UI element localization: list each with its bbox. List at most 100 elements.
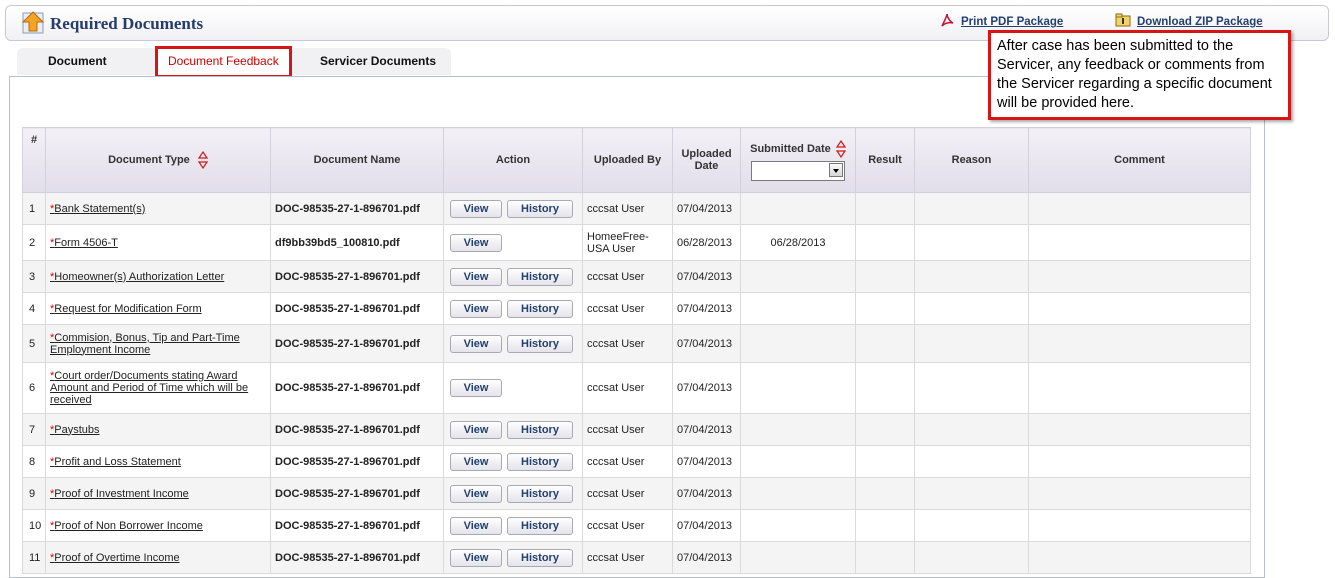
document-name-link[interactable]: df9bb39bd5_100810.pdf [270,224,444,261]
document-type-link[interactable]: *Request for Modification Form [50,303,202,315]
uploaded-by-cell: cccsat User [582,509,673,542]
col-submitted-date[interactable]: Submitted Date [740,127,856,193]
document-type-cell: *Request for Modification Form [45,292,271,325]
view-button[interactable]: View [450,548,502,567]
reason-cell [914,509,1029,542]
col-document-type[interactable]: Document Type [45,127,271,193]
document-type-cell: *Homeowner(s) Authorization Letter [45,260,271,293]
document-type-label: Proof of Overtime Income [54,551,180,564]
uploaded-by-cell: cccsat User [582,413,673,446]
col-reason: Reason [914,127,1029,193]
document-name-link[interactable]: DOC-98535-27-1-896701.pdf [270,541,444,574]
document-name-link[interactable]: DOC-98535-27-1-896701.pdf [270,509,444,542]
submitted-date-cell: 06/28/2013 [740,224,856,261]
result-cell [855,224,915,261]
action-cell: View History [443,445,583,478]
document-type-cell: *Commision, Bonus, Tip and Part-Time Emp… [45,324,271,363]
document-name-link[interactable]: DOC-98535-27-1-896701.pdf [270,445,444,478]
history-button[interactable]: History [507,484,573,503]
document-type-link[interactable]: *Bank Statement(s) [50,203,145,215]
comment-cell [1028,541,1251,574]
document-type-link[interactable]: *Commision, Bonus, Tip and Part-Time Emp… [50,332,240,356]
col-uploaded-date: Uploaded Date [672,127,741,193]
comment-cell [1028,509,1251,542]
row-number: 3 [22,260,46,293]
print-pdf-label: Print PDF Package [961,16,1064,28]
tab-document[interactable]: Document [48,47,107,75]
history-button[interactable]: History [507,452,573,471]
row-number: 7 [22,413,46,446]
document-type-link[interactable]: *Form 4506-T [50,237,118,249]
view-button[interactable]: View [450,420,502,439]
document-name-link[interactable]: DOC-98535-27-1-896701.pdf [270,292,444,325]
uploaded-date-cell: 07/04/2013 [672,445,741,478]
document-type-label: Profit and Loss Statement [54,455,181,468]
reason-cell [914,445,1029,478]
submitted-date-cell [740,260,856,293]
document-type-link[interactable]: *Paystubs [50,424,100,436]
document-type-label: Form 4506-T [54,236,118,249]
submitted-date-filter-select[interactable] [751,160,845,181]
result-cell [855,413,915,446]
history-button[interactable]: History [507,299,573,318]
reason-cell [914,477,1029,510]
table-row: 6 *Court order/Documents stating Award Am… [22,362,1251,414]
document-name-link[interactable]: DOC-98535-27-1-896701.pdf [270,362,444,414]
view-button[interactable]: View [450,233,502,252]
history-button[interactable]: History [507,420,573,439]
document-name-link[interactable]: DOC-98535-27-1-896701.pdf [270,192,444,225]
history-button[interactable]: History [507,334,573,353]
view-button[interactable]: View [450,299,502,318]
uploaded-date-cell: 07/04/2013 [672,292,741,325]
history-button[interactable]: History [507,267,573,286]
document-type-link[interactable]: *Proof of Investment Income [50,488,189,500]
table-row: 9 *Proof of Investment Income DOC-98535-27… [22,477,1251,510]
tab-document-feedback[interactable]: Document Feedback [155,46,292,78]
document-type-link[interactable]: *Profit and Loss Statement [50,456,181,468]
tab-servicer-documents[interactable]: Servicer Documents [320,47,436,75]
view-button[interactable]: View [450,379,502,397]
download-zip-link[interactable]: Download ZIP Package [1115,13,1263,28]
document-name-link[interactable]: DOC-98535-27-1-896701.pdf [270,260,444,293]
row-number: 2 [22,224,46,261]
uploaded-by-cell: cccsat User [582,541,673,574]
table-row: 11 *Proof of Overtime Income DOC-98535-27-… [22,541,1251,574]
sort-icon[interactable] [835,139,846,158]
view-button[interactable]: View [450,267,502,286]
uploaded-date-cell: 07/04/2013 [672,324,741,363]
view-button[interactable]: View [450,484,502,503]
document-name-link[interactable]: DOC-98535-27-1-896701.pdf [270,324,444,363]
submitted-date-cell [740,192,856,225]
action-cell: View History [443,324,583,363]
document-name-link[interactable]: DOC-98535-27-1-896701.pdf [270,477,444,510]
table-row: 2 *Form 4506-T df9bb39bd5_100810.pdf View Ho… [22,224,1251,261]
submitted-date-cell [740,413,856,446]
document-type-link[interactable]: *Homeowner(s) Authorization Letter [50,271,224,283]
view-button[interactable]: View [450,516,502,535]
view-button[interactable]: View [450,334,502,353]
uploaded-by-cell: HomeeFree-USA User [582,224,673,261]
history-button[interactable]: History [507,548,573,567]
chevron-down-icon[interactable] [829,162,843,177]
comment-cell [1028,224,1251,261]
reason-cell [914,192,1029,225]
pdf-icon [941,13,954,27]
col-submitted-date-label: Submitted Date [750,142,831,155]
document-type-cell: *Form 4506-T [45,224,271,261]
document-name-link[interactable]: DOC-98535-27-1-896701.pdf [270,413,444,446]
uploaded-date-cell: 07/04/2013 [672,260,741,293]
document-type-link[interactable]: *Proof of Non Borrower Income [50,520,203,532]
sort-icon[interactable] [197,151,208,169]
view-button[interactable]: View [450,452,502,471]
document-type-link[interactable]: *Proof of Overtime Income [50,552,180,564]
view-button[interactable]: View [450,199,502,218]
print-pdf-link[interactable]: Print PDF Package [941,13,1064,28]
document-type-link[interactable]: *Court order/Documents stating Award Amo… [50,370,248,406]
result-cell [855,324,915,363]
history-button[interactable]: History [507,199,573,218]
history-button[interactable]: History [507,516,573,535]
table-row: 3 *Homeowner(s) Authorization Letter DOC-9… [22,260,1251,293]
submitted-date-cell [740,292,856,325]
action-cell: View History [443,477,583,510]
uploaded-date-cell: 07/04/2013 [672,477,741,510]
